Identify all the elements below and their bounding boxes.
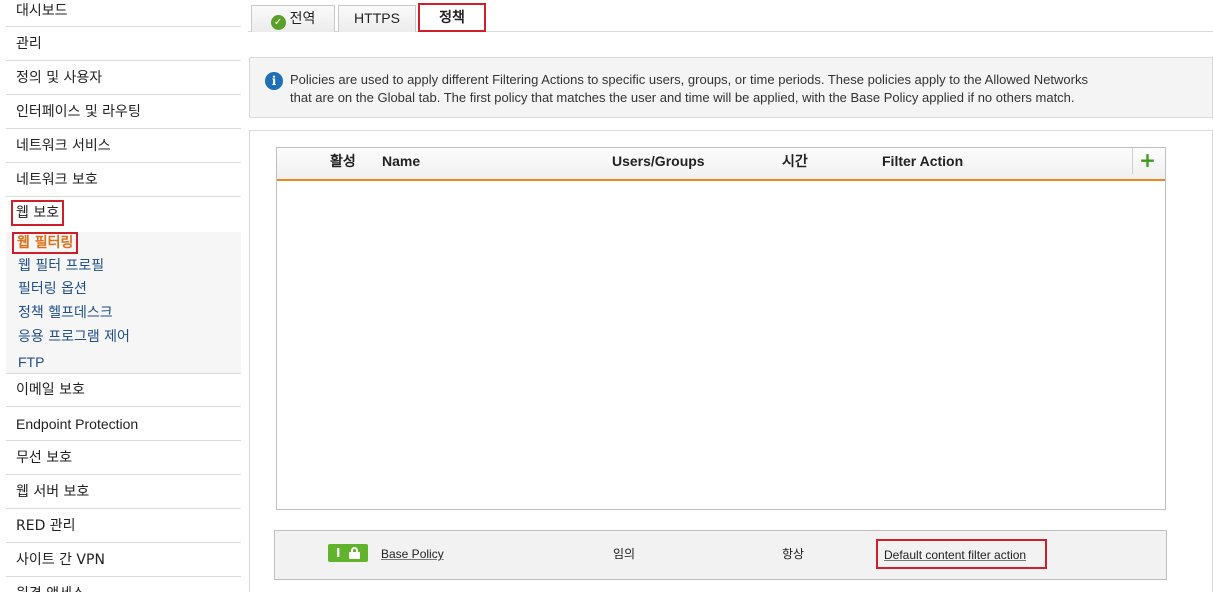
subnav-policy-helpdesk[interactable]: 정책 헬프데스크 — [18, 303, 113, 323]
nav-item-red-management[interactable]: RED 관리 — [6, 510, 241, 543]
lock-icon — [349, 547, 360, 559]
info-icon: i — [265, 72, 283, 90]
base-policy-time: 항상 — [782, 547, 805, 561]
web-protection-label: 웹 보호 — [11, 200, 65, 226]
nav-item-web-protection[interactable]: 웹 보호 — [6, 198, 241, 231]
tab-global-label: 전역 — [289, 10, 316, 26]
nav-item-network-protection[interactable]: 네트워크 보호 — [6, 164, 241, 197]
subnav-application-control[interactable]: 응용 프로그램 제어 — [18, 327, 130, 347]
nav-item-network-services[interactable]: 네트워크 서비스 — [6, 130, 241, 163]
plus-icon[interactable]: + — [1132, 148, 1162, 174]
sidebar-nav: 대시보드 관리 정의 및 사용자 인터페이스 및 라우팅 네트워크 서비스 네트… — [6, 0, 241, 592]
column-header-name: Name — [382, 153, 421, 169]
info-text-line-2: that are on the Global tab. The first po… — [290, 90, 1075, 105]
filter-action-highlight: Default content filter action — [876, 539, 1047, 569]
web-protection-submenu: 웹 필터링 웹 필터 프로필 필터링 옵션 정책 헬프데스크 응용 프로그램 제… — [6, 232, 241, 374]
nav-item-email-protection[interactable]: 이메일 보호 — [6, 374, 241, 407]
info-box: i Policies are used to apply different F… — [249, 57, 1213, 118]
tab-https[interactable]: HTTPS — [338, 5, 416, 32]
info-text-line-1: Policies are used to apply different Fil… — [290, 72, 1088, 87]
nav-item-site-to-site-vpn[interactable]: 사이트 간 VPN — [6, 544, 241, 577]
subnav-filtering-options[interactable]: 필터링 옵션 — [18, 279, 87, 299]
nav-item-remote-access[interactable]: 원격 액세스 — [6, 578, 241, 592]
column-header-time: 시간 — [782, 153, 808, 169]
base-policy-row: I Base Policy 임의 항상 Default content filt… — [274, 530, 1167, 580]
check-circle-icon: ✓ — [270, 15, 286, 30]
column-header-active: 활성 — [330, 153, 356, 169]
base-policy-toggle[interactable]: I — [328, 544, 368, 562]
nav-item-definitions-users[interactable]: 정의 및 사용자 — [6, 62, 241, 95]
tab-bar: ✓ 전역 HTTPS 정책 — [248, 0, 1213, 32]
toggle-on-label: I — [336, 546, 341, 560]
column-header-filter-action: Filter Action — [882, 153, 964, 169]
policy-table: 활성 Name Users/Groups 시간 Filter Action + — [276, 147, 1166, 510]
nav-item-webserver-protection[interactable]: 웹 서버 보호 — [6, 476, 241, 509]
tab-policies[interactable]: 정책 — [418, 3, 486, 32]
base-policy-filter-action-link[interactable]: Default content filter action — [884, 547, 1026, 563]
column-header-users-groups: Users/Groups — [612, 153, 705, 169]
nav-item-endpoint-protection[interactable]: Endpoint Protection — [6, 408, 241, 441]
info-text: Policies are used to apply different Fil… — [290, 71, 1205, 107]
policy-table-header: 활성 Name Users/Groups 시간 Filter Action + — [277, 148, 1165, 181]
subnav-ftp[interactable]: FTP — [18, 352, 44, 372]
subnav-web-filter-profiles[interactable]: 웹 필터 프로필 — [18, 256, 104, 276]
tab-global[interactable]: ✓ 전역 — [251, 5, 335, 32]
base-policy-users-groups: 임의 — [613, 547, 636, 561]
nav-item-interfaces-routing[interactable]: 인터페이스 및 라우팅 — [6, 96, 241, 129]
nav-item-dashboard[interactable]: 대시보드 — [6, 0, 241, 27]
base-policy-name-link[interactable]: Base Policy — [381, 546, 444, 562]
nav-item-management[interactable]: 관리 — [6, 28, 241, 61]
subnav-web-filtering[interactable]: 웹 필터링 — [12, 232, 79, 254]
nav-item-wireless-protection[interactable]: 무선 보호 — [6, 442, 241, 475]
